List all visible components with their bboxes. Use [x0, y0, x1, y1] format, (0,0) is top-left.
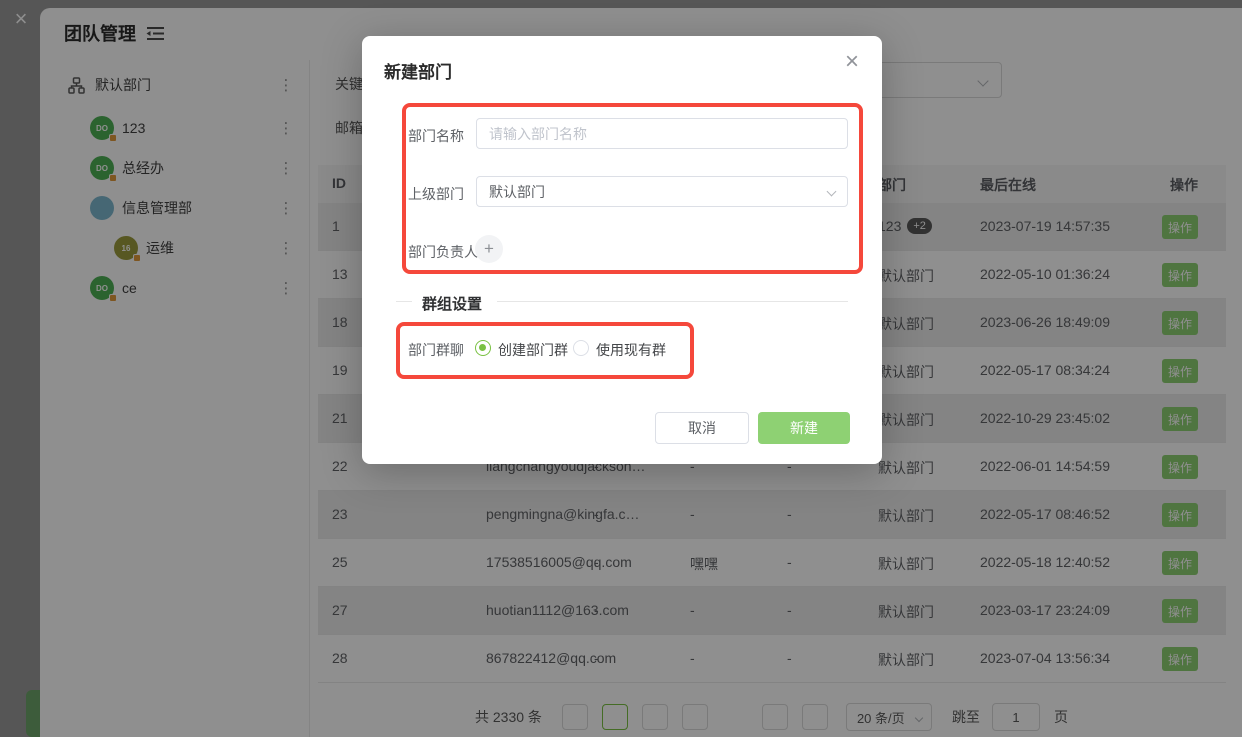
radio-create-group[interactable]	[475, 340, 491, 356]
parent-dept-value: 默认部门	[489, 182, 545, 202]
section-divider-left	[396, 301, 412, 302]
add-leader-button[interactable]: +	[475, 235, 503, 263]
parent-dept-label: 上级部门	[408, 184, 464, 204]
dept-name-input[interactable]	[476, 118, 848, 149]
dept-chat-label: 部门群聊	[408, 340, 464, 360]
section-divider-right	[497, 301, 848, 302]
radio-existing-group[interactable]	[573, 340, 589, 356]
screen: 团队管理 默认部门 DO	[0, 0, 1242, 737]
dept-leader-label: 部门负责人	[408, 242, 478, 262]
modal-title: 新建部门	[384, 58, 452, 83]
new-department-modal: 新建部门 部门名称 上级部门 默认部门 部门负责人 + 群组设置 部门群聊 创建…	[362, 36, 882, 464]
radio-existing-group-label[interactable]: 使用现有群	[596, 340, 666, 360]
group-settings-section: 群组设置	[362, 293, 882, 311]
dept-chat-row: 部门群聊 创建部门群 使用现有群	[362, 340, 882, 358]
radio-create-group-label[interactable]: 创建部门群	[498, 340, 568, 360]
chevron-down-icon	[827, 187, 837, 197]
confirm-button[interactable]: 新建	[758, 412, 850, 444]
dept-name-label: 部门名称	[408, 126, 464, 146]
section-title: 群组设置	[422, 293, 482, 314]
parent-dept-select[interactable]: 默认部门	[476, 176, 848, 207]
modal-close-icon[interactable]	[840, 50, 864, 74]
cancel-button[interactable]: 取消	[655, 412, 749, 444]
